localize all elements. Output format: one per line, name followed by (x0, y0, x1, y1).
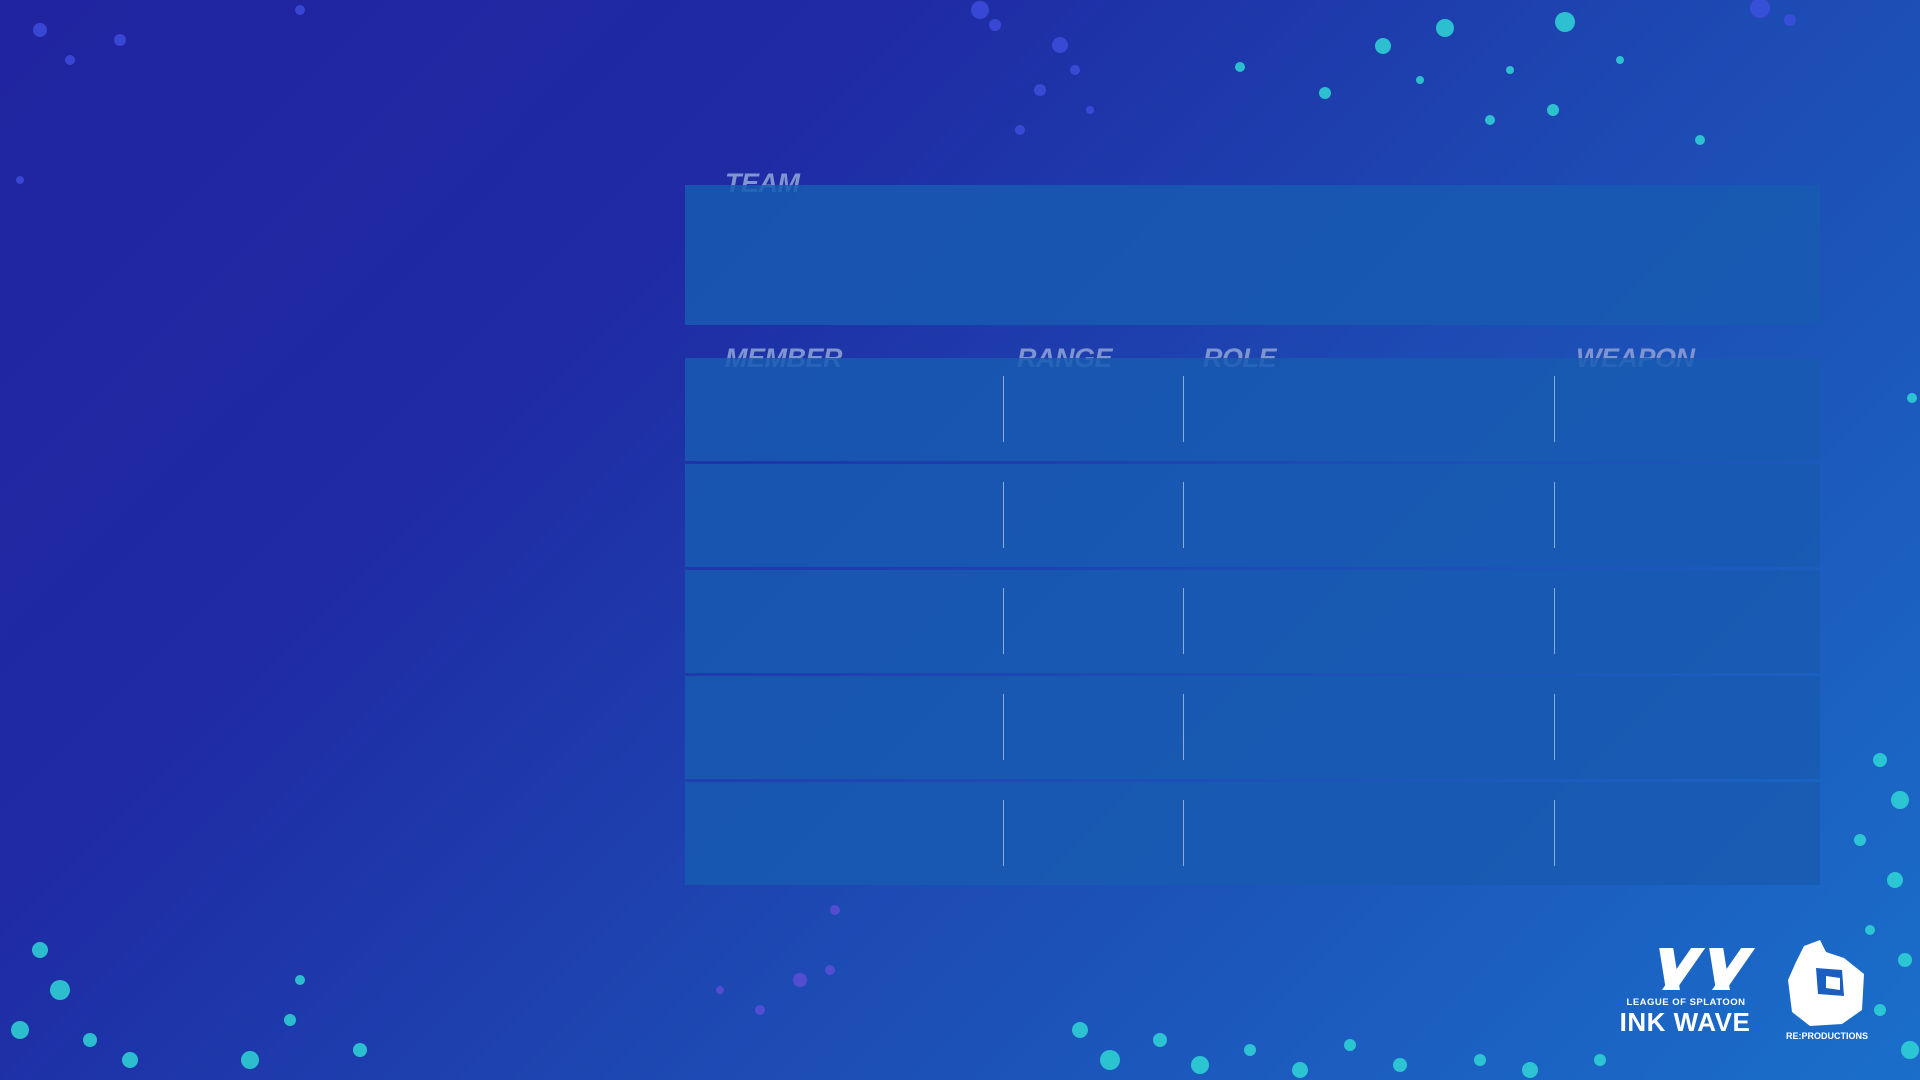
column-divider (1183, 376, 1184, 442)
column-divider (1554, 694, 1555, 760)
table-row (685, 782, 1820, 885)
column-divider (1554, 376, 1555, 442)
column-divider (1003, 588, 1004, 654)
table-row (685, 570, 1820, 673)
ink-wave-emblem-icon (1659, 948, 1756, 990)
table-row (685, 358, 1820, 461)
column-divider (1183, 482, 1184, 548)
column-divider (1554, 588, 1555, 654)
table-row (685, 464, 1820, 567)
reproductions-emblem-icon (1788, 940, 1864, 1026)
team-name-panel (685, 185, 1820, 325)
reproductions-caption: RE:PRODUCTIONS (1785, 1031, 1868, 1041)
ink-wave-title: INK WAVE (1619, 1007, 1751, 1037)
reproductions-logo: RE:PRODUCTIONS (1782, 940, 1872, 1045)
column-divider (1183, 588, 1184, 654)
ink-wave-logo: LEAGUE OF SPLATOON INK WAVE (1610, 945, 1760, 1040)
column-divider (1003, 800, 1004, 866)
column-divider (1554, 482, 1555, 548)
column-divider (1003, 376, 1004, 442)
table-row (685, 676, 1820, 779)
column-divider (1183, 694, 1184, 760)
column-divider (1003, 482, 1004, 548)
column-divider (1554, 800, 1555, 866)
column-divider (1183, 800, 1184, 866)
column-divider (1003, 694, 1004, 760)
